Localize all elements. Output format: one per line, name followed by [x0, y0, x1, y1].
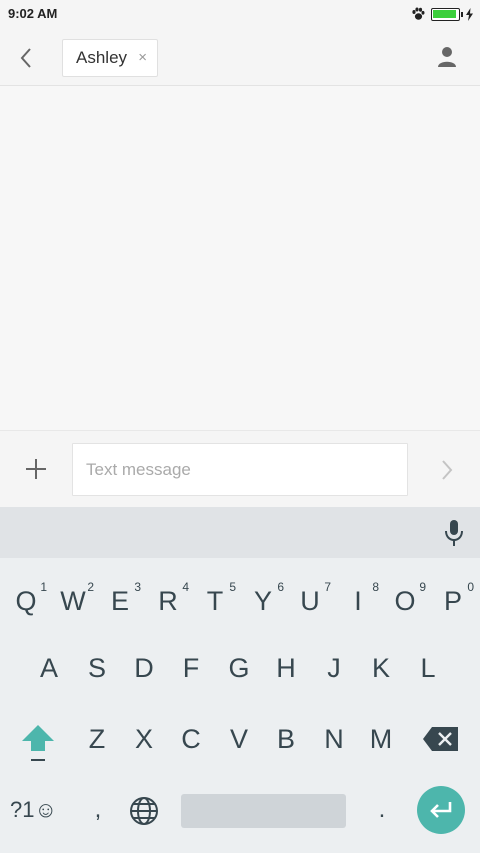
- key-hint: 0: [467, 580, 474, 594]
- key-b[interactable]: B: [263, 709, 309, 769]
- shift-arrow-icon[interactable]: [18, 719, 58, 765]
- status-icons: [411, 6, 474, 22]
- key-a[interactable]: A: [26, 638, 72, 698]
- key-l[interactable]: L: [405, 638, 451, 698]
- key-label: R: [158, 585, 178, 616]
- status-time: 9:02 AM: [8, 6, 58, 21]
- key-label: U: [300, 585, 320, 616]
- battery-icon: [431, 7, 463, 21]
- key-c[interactable]: C: [168, 709, 214, 769]
- key-hint: 9: [419, 580, 426, 594]
- key-t[interactable]: T 5: [192, 567, 238, 627]
- chevron-left-icon: [20, 48, 31, 68]
- key-hint: 2: [87, 580, 94, 594]
- suggestion-strip: [0, 507, 480, 558]
- key-s[interactable]: S: [74, 638, 120, 698]
- key-label: Y: [253, 585, 272, 616]
- key-p[interactable]: P 0: [430, 567, 476, 627]
- key-label: W: [60, 585, 86, 616]
- key-label: Q: [15, 585, 37, 616]
- key-x[interactable]: X: [121, 709, 167, 769]
- key-e[interactable]: E 3: [97, 567, 143, 627]
- key-z[interactable]: Z: [74, 709, 120, 769]
- enter-key[interactable]: [417, 786, 465, 834]
- key-q[interactable]: Q 1: [3, 567, 49, 627]
- chevron-right-icon[interactable]: [440, 459, 454, 481]
- key-u[interactable]: U 7: [287, 567, 333, 627]
- conversation-header: Ashley ×: [0, 28, 480, 86]
- key-y[interactable]: Y 6: [240, 567, 286, 627]
- globe-icon[interactable]: [128, 795, 160, 827]
- person-icon[interactable]: [436, 45, 458, 69]
- key-o[interactable]: O 9: [382, 567, 428, 627]
- remove-recipient-icon[interactable]: ×: [138, 50, 147, 66]
- key-hint: 3: [134, 580, 141, 594]
- key-label: T: [206, 585, 224, 616]
- key-h[interactable]: H: [263, 638, 309, 698]
- space-bar[interactable]: [181, 794, 346, 828]
- key-d[interactable]: D: [121, 638, 167, 698]
- soft-keyboard: Q 1 W 2 E 3 R 4 T 5 Y 6 U 7 I 8 O 9 P 0 …: [0, 507, 480, 853]
- symbols-key[interactable]: ?1☺: [10, 790, 64, 830]
- key-f[interactable]: F: [168, 638, 214, 698]
- key-label: E: [110, 585, 129, 616]
- key-k[interactable]: K: [358, 638, 404, 698]
- key-w[interactable]: W 2: [50, 567, 96, 627]
- key-m[interactable]: M: [358, 709, 404, 769]
- status-bar: 9:02 AM: [0, 0, 480, 28]
- compose-bar: [0, 430, 480, 507]
- key-label: I: [354, 585, 362, 616]
- charging-bolt-icon: [466, 7, 473, 21]
- recipient-name: Ashley: [76, 48, 128, 67]
- enter-arrow-icon: [430, 802, 452, 818]
- comma-key[interactable]: ,: [78, 790, 118, 830]
- message-list[interactable]: [0, 87, 480, 430]
- back-button[interactable]: [10, 42, 42, 74]
- recipient-chip[interactable]: Ashley ×: [62, 39, 158, 77]
- key-label: O: [394, 585, 416, 616]
- key-g[interactable]: G: [216, 638, 262, 698]
- key-hint: 5: [229, 580, 236, 594]
- key-hint: 4: [182, 580, 189, 594]
- key-hint: 8: [372, 580, 379, 594]
- key-j[interactable]: J: [311, 638, 357, 698]
- plus-icon[interactable]: [22, 455, 50, 483]
- key-hint: 1: [40, 580, 47, 594]
- key-hint: 7: [324, 580, 331, 594]
- microphone-icon[interactable]: [443, 519, 465, 547]
- key-v[interactable]: V: [216, 709, 262, 769]
- message-input[interactable]: [72, 443, 408, 496]
- key-r[interactable]: R 4: [145, 567, 191, 627]
- paw-icon: [412, 7, 425, 20]
- key-i[interactable]: I 8: [335, 567, 381, 627]
- backspace-icon[interactable]: [422, 726, 460, 752]
- key-label: P: [443, 585, 462, 616]
- key-hint: 6: [277, 580, 284, 594]
- period-key[interactable]: .: [364, 790, 400, 830]
- key-n[interactable]: N: [311, 709, 357, 769]
